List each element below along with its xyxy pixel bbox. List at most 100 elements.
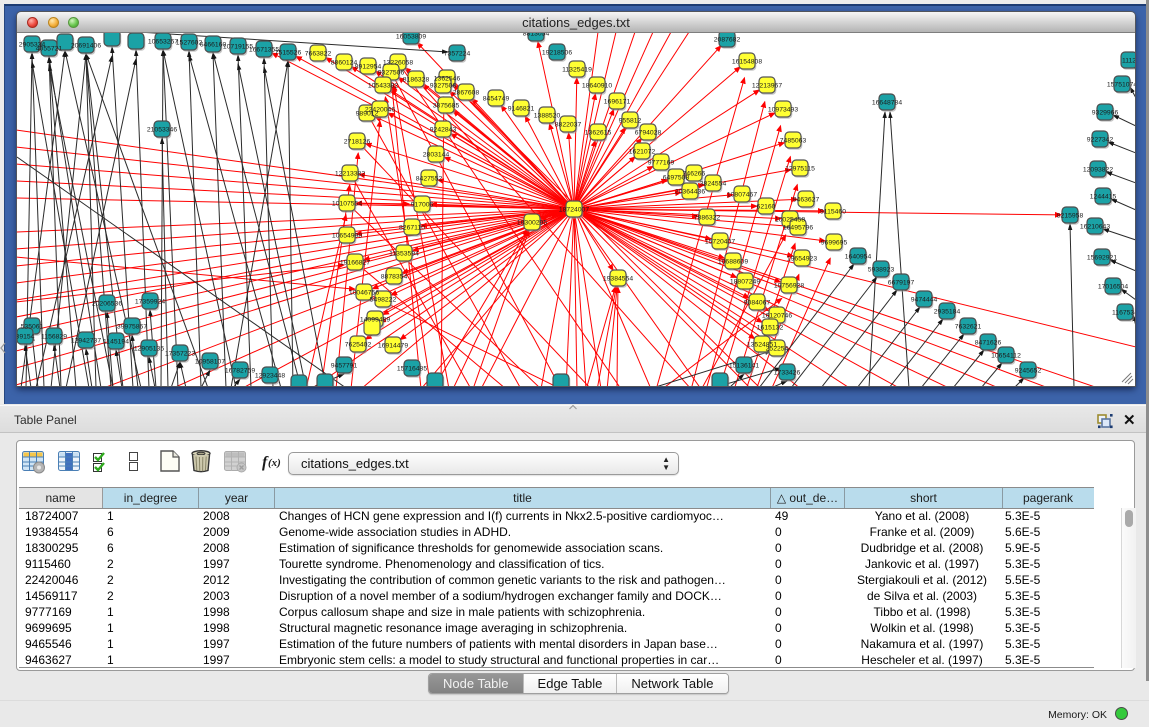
svg-text:8454749: 8454749 (483, 96, 510, 103)
svg-text:20691406: 20691406 (71, 43, 101, 50)
svg-text:9474444: 9474444 (911, 297, 938, 304)
svg-text:9699695: 9699695 (821, 240, 848, 247)
svg-text:7886322: 7886322 (694, 215, 721, 222)
svg-text:1167534: 1167534 (1112, 310, 1135, 317)
svg-text:10543382: 10543382 (368, 83, 398, 90)
svg-text:7485063: 7485063 (780, 138, 807, 145)
svg-text:15751074: 15751074 (1107, 82, 1135, 89)
svg-text:5498222: 5498222 (370, 297, 397, 304)
svg-text:10653267: 10653267 (148, 39, 178, 46)
svg-text:12942737: 12942737 (71, 338, 101, 345)
svg-text:1733426: 1733426 (774, 370, 801, 377)
svg-text:11325419: 11325419 (562, 67, 592, 74)
svg-text:6794028: 6794028 (635, 130, 662, 137)
svg-text:10107554: 10107554 (332, 201, 362, 208)
svg-text:9457791: 9457791 (331, 363, 358, 370)
svg-text:3824554: 3824554 (700, 181, 727, 188)
svg-text:20206536: 20206536 (92, 301, 122, 308)
svg-text:16154808: 16154808 (732, 59, 762, 66)
svg-text:19218506: 19218506 (542, 50, 572, 57)
svg-text:19654923: 19654923 (787, 256, 817, 263)
svg-text:15716485: 15716485 (397, 366, 427, 373)
svg-text:20364436: 20364436 (675, 189, 705, 196)
svg-text:16120746: 16120746 (762, 313, 792, 320)
svg-text:16914479: 16914479 (378, 343, 408, 350)
svg-text:2087682: 2087682 (714, 37, 741, 44)
svg-text:17359924: 17359924 (135, 299, 165, 306)
svg-text:17357223: 17357223 (165, 351, 195, 358)
svg-text:8471626: 8471626 (975, 340, 1002, 347)
svg-text:1156829: 1156829 (41, 334, 67, 341)
svg-text:9245652: 9245652 (1015, 368, 1042, 375)
svg-text:5938923: 5938923 (868, 267, 895, 274)
svg-text:2867608: 2867608 (453, 90, 480, 97)
svg-text:2718126: 2718126 (344, 139, 371, 146)
svg-text:10973493: 10973493 (768, 107, 798, 114)
svg-text:10688609: 10688609 (718, 259, 748, 266)
svg-text:1527602: 1527602 (176, 40, 203, 47)
svg-text:9463627: 9463627 (793, 197, 820, 204)
svg-text:1145194: 1145194 (103, 339, 129, 346)
svg-text:9084067: 9084067 (744, 300, 771, 307)
svg-text:12093822: 12093822 (1083, 167, 1113, 174)
svg-text:12905135: 12905135 (134, 346, 164, 353)
svg-text:9777169: 9777169 (648, 160, 675, 167)
svg-text:14099489: 14099489 (360, 317, 390, 324)
svg-text:12923448: 12923448 (255, 373, 285, 380)
svg-text:10807467: 10807467 (727, 192, 757, 199)
svg-text:15720407: 15720407 (705, 239, 735, 246)
svg-text:955812: 955812 (619, 118, 642, 125)
svg-text:6497508: 6497508 (663, 175, 690, 182)
svg-text:9329966: 9329966 (1092, 110, 1119, 117)
svg-text:1388520: 1388520 (534, 113, 561, 120)
svg-text:22420046: 22420046 (365, 107, 395, 114)
svg-text:62160: 62160 (757, 204, 776, 211)
svg-text:10046756: 10046756 (349, 290, 379, 297)
svg-text:16053809: 16053809 (396, 34, 426, 41)
svg-text:9227342: 9227342 (1087, 137, 1114, 144)
svg-text:7357224: 7357224 (444, 51, 471, 58)
svg-text:1362615: 1362615 (585, 130, 612, 137)
svg-text:10654112: 10654112 (991, 353, 1021, 360)
svg-text:16648784: 16648784 (872, 100, 902, 107)
svg-text:8878354: 8878354 (381, 274, 408, 281)
svg-text:15692921: 15692921 (1087, 255, 1117, 262)
svg-text:39154: 39154 (17, 334, 35, 341)
svg-text:21053346: 21053346 (147, 127, 177, 134)
svg-text:917006: 917006 (411, 202, 434, 209)
svg-text:10958107: 10958107 (195, 359, 225, 366)
svg-text:1696171: 1696171 (604, 99, 631, 106)
svg-text:16210643: 16210643 (1080, 224, 1110, 231)
svg-text:7663822: 7663822 (305, 51, 332, 58)
svg-text:3875685: 3875685 (433, 103, 460, 110)
svg-text:1362546: 1362546 (434, 76, 461, 83)
svg-text:18807249: 18807249 (730, 279, 760, 286)
svg-text:10654998: 10654998 (332, 233, 362, 240)
svg-text:8186328: 8186328 (403, 77, 430, 84)
svg-text:12213967: 12213967 (752, 83, 782, 90)
svg-text:(x): (x) (268, 457, 281, 469)
svg-text:9146821: 9146821 (508, 106, 535, 113)
svg-text:7632621: 7632621 (955, 324, 982, 331)
svg-text:9327508: 9327508 (430, 83, 457, 90)
svg-text:12975115: 12975115 (785, 166, 815, 173)
svg-text:12213382: 12213382 (335, 171, 365, 178)
svg-text:13226058: 13226058 (383, 60, 413, 67)
svg-text:17016504: 17016504 (1098, 284, 1128, 291)
svg-text:8215958: 8215958 (1057, 213, 1084, 220)
svg-text:6679197: 6679197 (888, 280, 915, 287)
svg-text:18300295: 18300295 (517, 220, 547, 227)
svg-text:2803144: 2803144 (423, 152, 450, 159)
svg-text:7515526: 7515526 (275, 50, 302, 57)
svg-text:8860124: 8860124 (331, 60, 358, 67)
svg-text:18724007: 18724007 (559, 207, 589, 214)
svg-text:19166827: 19166827 (340, 260, 370, 267)
svg-text:18640910: 18640910 (582, 83, 612, 90)
svg-text:19384554: 19384554 (603, 276, 633, 283)
svg-text:16782759: 16782759 (225, 368, 255, 375)
svg-text:9327506: 9327506 (378, 70, 405, 77)
svg-text:8427552: 8427552 (416, 176, 443, 183)
svg-text:11353594: 11353594 (389, 251, 419, 258)
svg-text:1621072: 1621072 (629, 149, 656, 156)
svg-text:1615132: 1615132 (757, 325, 784, 332)
